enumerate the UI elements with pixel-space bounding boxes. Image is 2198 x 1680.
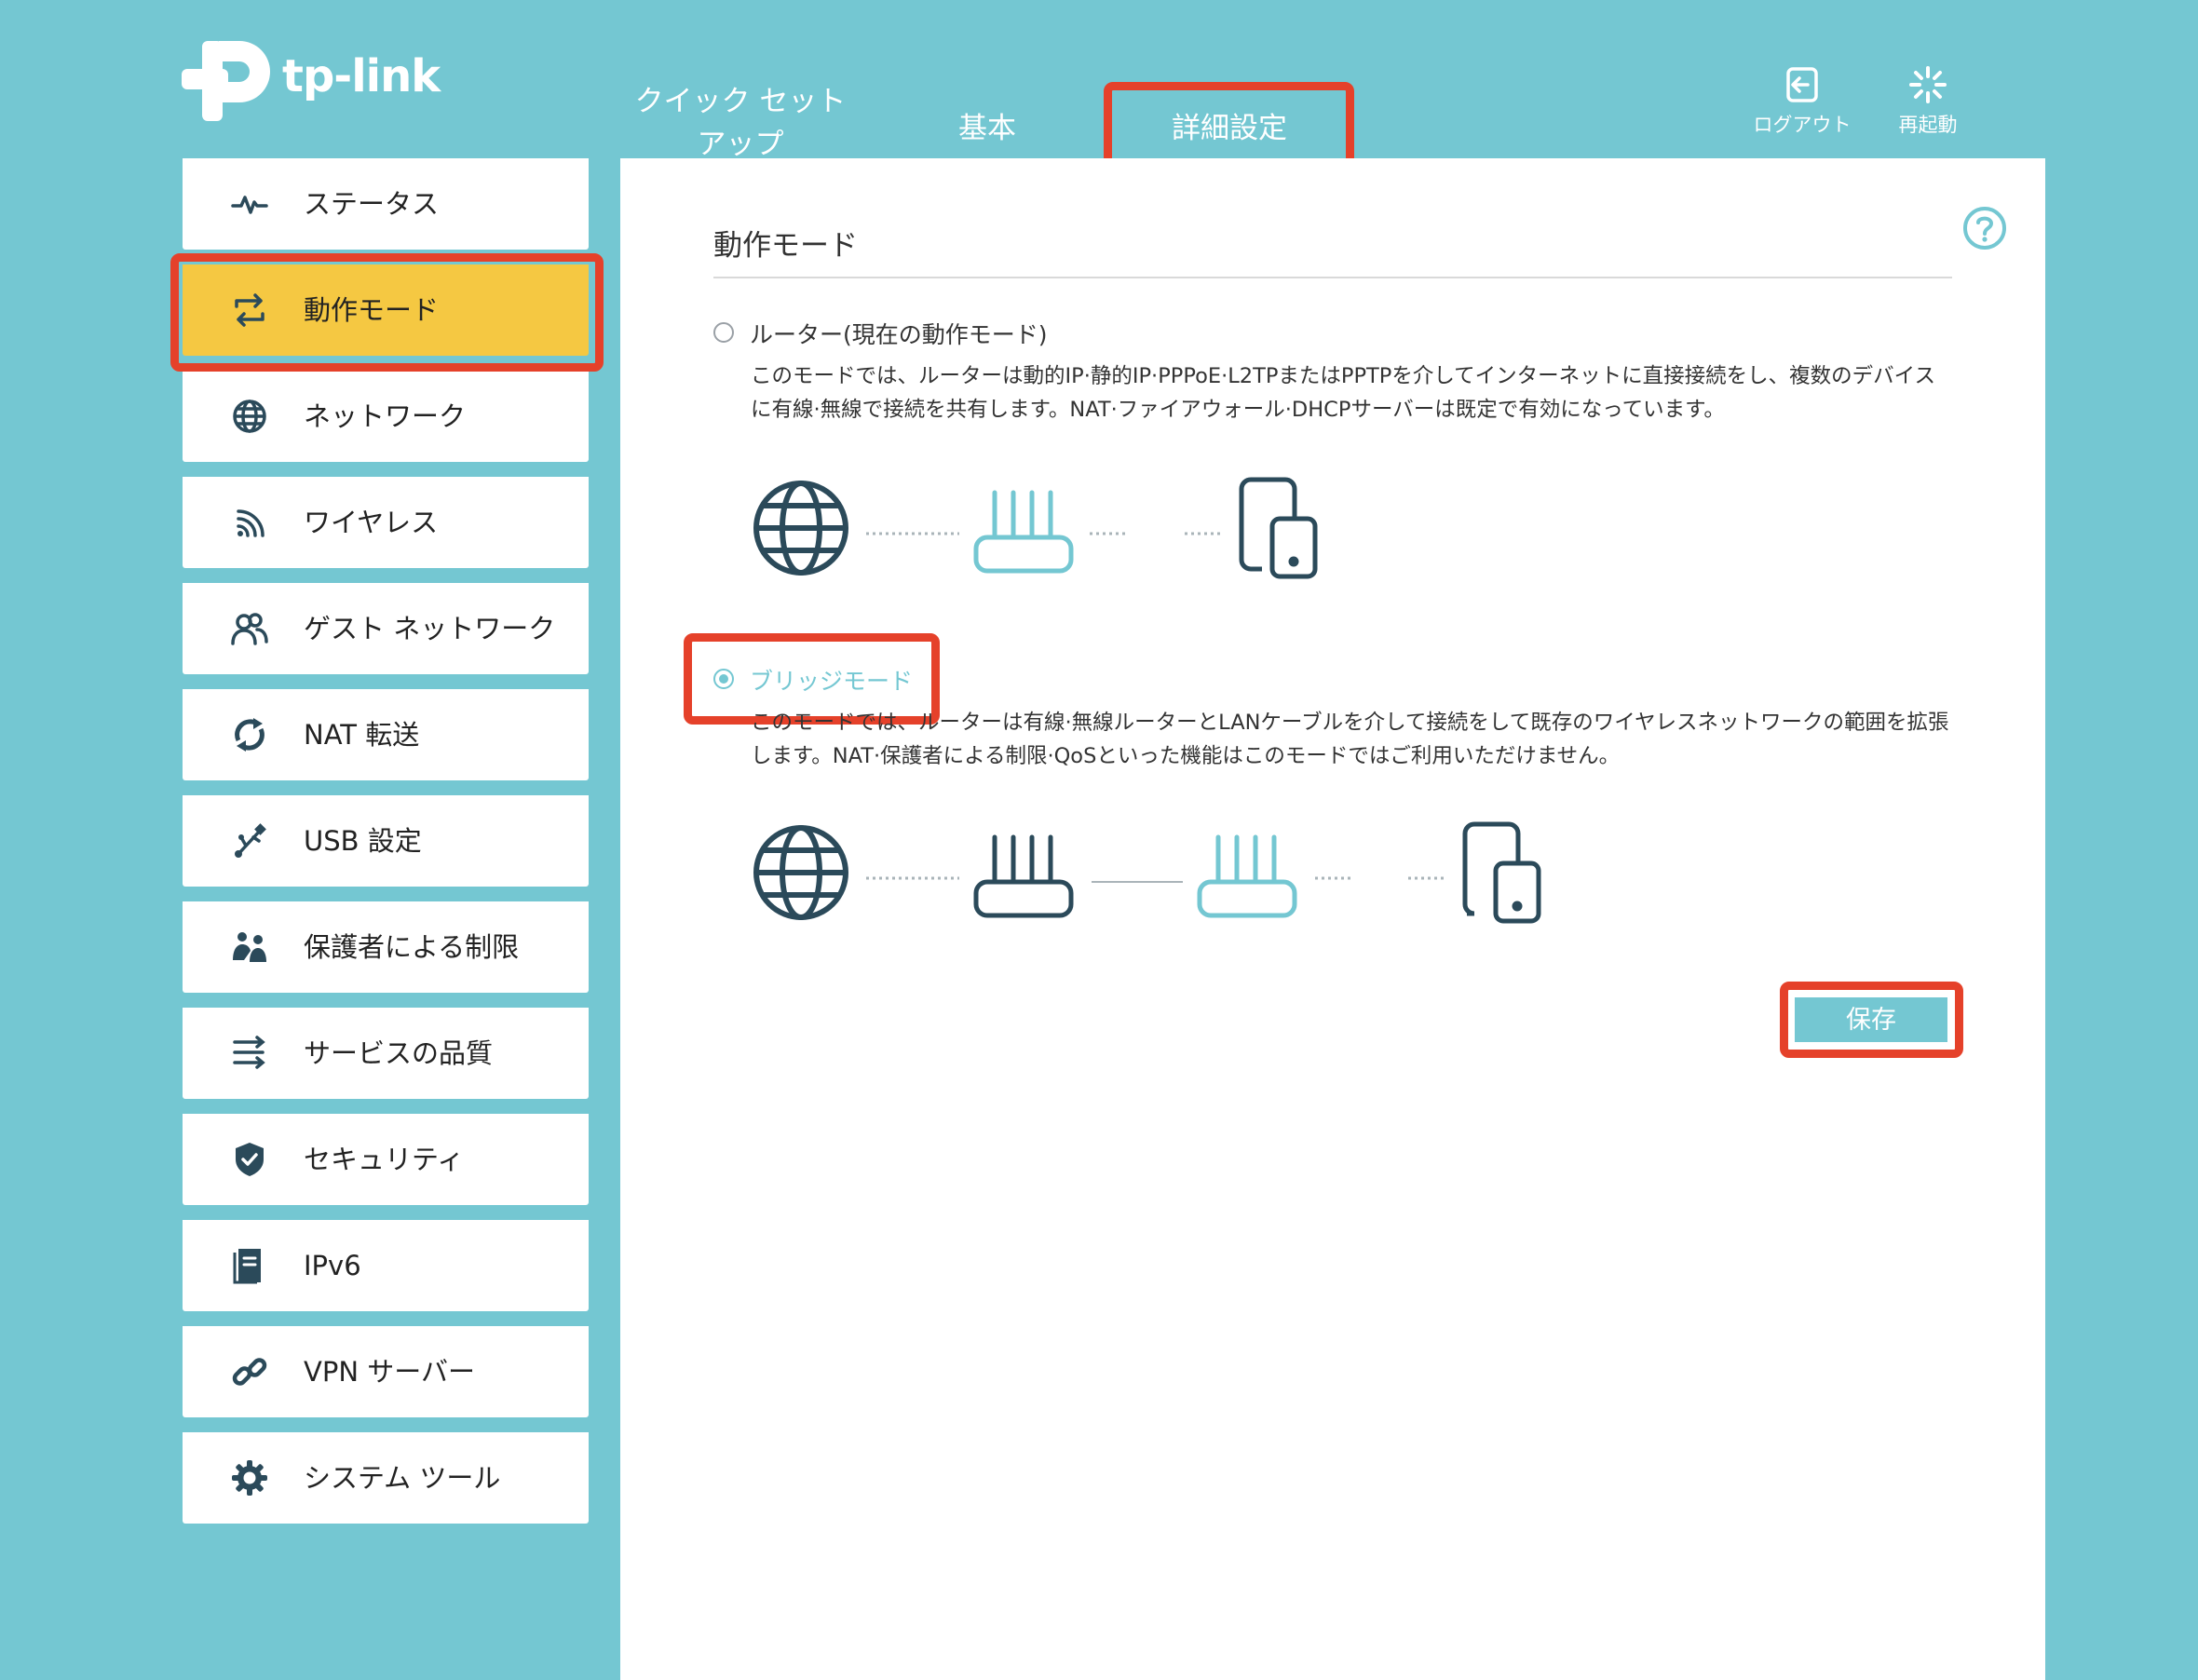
sidebar-item-qos[interactable]: サービスの品質 [183, 1008, 589, 1099]
sidebar-item-vpn-server[interactable]: VPN サーバー [183, 1326, 589, 1417]
sidebar-item-label: USB 設定 [304, 825, 422, 857]
nat-refresh-icon [235, 718, 265, 752]
sidebar-item-parental-controls[interactable]: 保護者による制限 [183, 901, 589, 993]
sidebar-item-label: NAT 転送 [304, 719, 420, 751]
router-icon [973, 490, 1074, 574]
sidebar-item-nat-forwarding[interactable]: NAT 転送 [183, 689, 589, 780]
reboot-icon [1909, 66, 1947, 103]
page-title: 動作モード [713, 229, 858, 263]
wifi-icon [237, 509, 265, 537]
sidebar-item-label: セキュリティ [304, 1144, 465, 1175]
sidebar-item-label: サービスの品質 [304, 1037, 494, 1069]
router-mode-radio[interactable] [713, 322, 734, 343]
document-icon [233, 1249, 261, 1284]
sidebar-item-guest-network[interactable]: ゲスト ネットワーク [183, 583, 589, 674]
main-router-icon [973, 834, 1074, 918]
bridge-mode-description: このモードでは、ルーターは有線·無線ルーターとLANケーブルを介して接続をして既… [751, 711, 1949, 768]
sidebar-item-label: システム ツール [304, 1462, 501, 1494]
sidebar-item-status[interactable]: ステータス [183, 158, 589, 250]
router-mode-diagram [753, 477, 1318, 579]
sidebar-item-label: ネットワーク [304, 400, 467, 432]
sidebar-item-system-tools[interactable]: システム ツール [183, 1432, 589, 1524]
tp-link-logo: tp-link [182, 28, 442, 130]
router-mode-description: このモードでは、ルーターは動的IP·静的IP·PPPoE·L2TPまたはPPTP… [751, 364, 1936, 422]
sidebar-item-usb[interactable]: USB 設定 [183, 795, 589, 887]
sidebar-item-security[interactable]: セキュリティ [183, 1114, 589, 1205]
tab-basic[interactable]: 基本 [922, 108, 1052, 150]
reboot-button[interactable]: 再起動 [1872, 65, 1984, 138]
sidebar-item-label: IPv6 [304, 1250, 361, 1281]
logout-button[interactable]: ログアウト [1742, 65, 1863, 138]
qos-lines-icon [233, 1036, 265, 1069]
tab-quick-setup[interactable]: クイック セット アップ [624, 80, 857, 166]
sidebar-item-ipv6[interactable]: IPv6 [183, 1220, 589, 1311]
bridge-mode-diagram [753, 821, 1541, 924]
link-icon [232, 1358, 267, 1386]
sidebar-item-label: ステータス [304, 188, 440, 220]
sidebar-item-label: 保護者による制限 [304, 931, 520, 963]
internet-globe-icon [753, 825, 848, 920]
logout-label: ログアウト [1753, 114, 1852, 136]
save-button-highlight [1780, 982, 1963, 1058]
reboot-label: 再起動 [1898, 114, 1958, 136]
router-mode-label[interactable]: ルーター(現在の動作モード) [750, 317, 1048, 350]
gear-icon [232, 1460, 267, 1496]
sidebar-item-label: ゲスト ネットワーク [304, 613, 556, 644]
family-icon [233, 932, 266, 962]
sidebar-item-wireless[interactable]: ワイヤレス [183, 477, 589, 568]
sidebar-item-network[interactable]: ネットワーク [183, 371, 589, 462]
help-icon[interactable] [1961, 205, 2008, 251]
bridge-router-icon [1197, 834, 1297, 918]
title-divider [713, 277, 1952, 278]
sidebar-active-highlight [170, 253, 604, 372]
globe-icon [233, 400, 266, 433]
pulse-icon [231, 196, 268, 214]
logout-icon [1786, 67, 1818, 102]
devices-icon [1462, 821, 1541, 924]
usb-icon [235, 823, 266, 858]
brand-name: tp-link [282, 50, 441, 102]
devices-icon [1239, 477, 1318, 579]
sidebar-item-label: ワイヤレス [304, 507, 439, 538]
shield-icon [236, 1143, 264, 1176]
sidebar-item-label: VPN サーバー [304, 1356, 475, 1388]
internet-globe-icon [753, 481, 848, 576]
guest-users-icon [231, 613, 268, 645]
